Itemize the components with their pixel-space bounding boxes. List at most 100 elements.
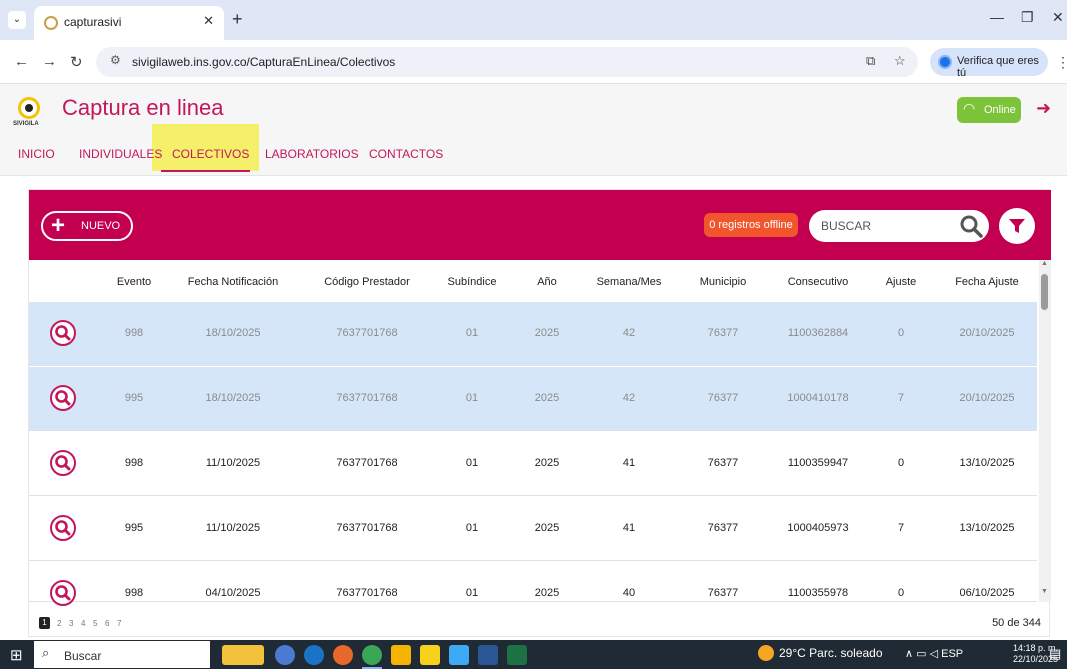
online-status-button[interactable]: ◠ Online	[957, 97, 1021, 123]
table-row[interactable]: 995 11/10/2025 7637701768 01 2025 41 76377 1000…	[29, 497, 1037, 561]
chrome-icon[interactable]	[362, 645, 382, 669]
menu-item-contactos[interactable]: CONTACTOS	[369, 147, 443, 161]
excel-icon[interactable]	[507, 645, 527, 665]
menu-item-laboratorios[interactable]: LABORATORIOS	[265, 147, 359, 161]
col-ajuste[interactable]: Ajuste	[886, 276, 917, 288]
table-row[interactable]: 998 11/10/2025 7637701768 01 2025 41 76377 1100…	[29, 432, 1037, 496]
verify-identity-button[interactable]: Verifica que eres tú	[930, 48, 1048, 79]
col-consecutivo[interactable]: Consecutivo	[788, 276, 849, 288]
panel-toolbar: + NUEVO 0 registros offline BUSCAR	[29, 190, 1051, 260]
volume-icon[interactable]: ◁	[930, 648, 938, 660]
browser-menu-icon[interactable]: ⋮	[1056, 54, 1067, 71]
page-2[interactable]: 2	[57, 619, 61, 628]
table-row[interactable]: 995 18/10/2025 7637701768 01 2025 42 76377 1000…	[29, 367, 1037, 431]
cell-municipio: 76377	[707, 327, 739, 339]
firefox-icon[interactable]	[333, 645, 353, 665]
col-evento[interactable]: Evento	[117, 276, 151, 288]
minimize-icon[interactable]: —	[990, 9, 1004, 25]
view-record-icon[interactable]	[49, 319, 77, 347]
notifications-icon[interactable]: ▤	[1049, 646, 1061, 662]
col-fecha-notificacion[interactable]: Fecha Notificación	[188, 276, 279, 288]
address-bar[interactable]: ⚙ sivigilaweb.ins.gov.co/CapturaEnLinea/…	[96, 47, 918, 77]
table-scrollbar[interactable]: ▲ ▼	[1039, 260, 1051, 602]
bookmark-star-icon[interactable]: ☆	[894, 53, 906, 69]
new-tab-icon[interactable]: +	[232, 9, 243, 30]
back-icon[interactable]: ←	[14, 53, 29, 70]
col-municipio[interactable]: Municipio	[700, 276, 746, 288]
file-explorer-icon[interactable]	[391, 645, 411, 665]
table-row[interactable]: 998 18/10/2025 7637701768 01 2025 42 76377 1100…	[29, 302, 1037, 366]
page-1[interactable]: 1	[39, 617, 50, 629]
cell-codigo-prestador: 7637701768	[336, 457, 398, 469]
search-icon[interactable]	[959, 214, 983, 238]
install-app-icon[interactable]: ⧉	[866, 53, 875, 69]
network-icon[interactable]: ▭	[916, 648, 926, 660]
search-input[interactable]: BUSCAR	[809, 210, 989, 242]
cell-municipio: 76377	[707, 457, 739, 469]
view-record-icon[interactable]	[49, 579, 77, 607]
new-record-button[interactable]: + NUEVO	[41, 211, 133, 241]
restore-icon[interactable]: ❐	[1021, 9, 1034, 26]
search-icon: ⌕	[42, 645, 50, 660]
word-icon[interactable]	[478, 645, 498, 665]
view-record-icon[interactable]	[49, 449, 77, 477]
cell-fecha-ajuste: 13/10/2025	[959, 457, 1015, 469]
profile-icon	[938, 55, 952, 69]
filter-icon	[1009, 219, 1025, 233]
sivigila-logo-icon	[18, 97, 40, 119]
filter-button[interactable]	[999, 208, 1035, 244]
cell-consecutivo: 1000405973	[787, 522, 849, 534]
scrollbar-thumb[interactable]	[1041, 274, 1048, 310]
tab-search-dropdown-icon[interactable]: ⌄	[8, 11, 26, 29]
view-record-icon[interactable]	[49, 514, 77, 542]
close-window-icon[interactable]: ✕	[1052, 9, 1064, 26]
cell-evento: 998	[124, 587, 144, 599]
menu-item-inicio[interactable]: INICIO	[18, 147, 55, 161]
edge-legacy-icon[interactable]	[304, 645, 324, 665]
close-tab-icon[interactable]: ✕	[203, 13, 214, 29]
url-text[interactable]: sivigilaweb.ins.gov.co/CapturaEnLinea/Co…	[132, 55, 395, 69]
tray-chevron-icon[interactable]: ∧	[905, 648, 913, 660]
cell-semana-mes: 41	[622, 457, 636, 469]
language-indicator[interactable]: ESP	[941, 648, 963, 660]
scroll-down-icon[interactable]: ▼	[1041, 588, 1048, 595]
page-3[interactable]: 3	[69, 619, 73, 628]
media-player-icon[interactable]	[449, 645, 469, 665]
col-anio[interactable]: Año	[537, 276, 557, 288]
table-row[interactable]: 998 04/10/2025 7637701768 01 2025 40 76377 1100…	[29, 562, 1037, 606]
page-7[interactable]: 7	[117, 619, 121, 628]
colectivos-panel: + NUEVO 0 registros offline BUSCAR Event…	[28, 189, 1051, 637]
cell-ajuste: 7	[897, 522, 905, 534]
page-5[interactable]: 5	[93, 619, 97, 628]
view-record-icon[interactable]	[49, 384, 77, 412]
menu-item-individuales[interactable]: INDIVIDUALES	[79, 147, 162, 161]
scroll-up-icon[interactable]: ▲	[1041, 260, 1048, 267]
copilot-highlight-icon[interactable]	[222, 645, 264, 665]
page-4[interactable]: 4	[81, 619, 85, 628]
col-subindice[interactable]: Subíndice	[448, 276, 497, 288]
logo-text: SIVIGILA	[13, 121, 39, 127]
windows-taskbar: ⊞ ⌕ Buscar 29°C Parc. soleado ∧ ▭ ◁ ESP …	[0, 640, 1067, 669]
system-tray[interactable]: ∧ ▭ ◁ ESP	[905, 647, 963, 660]
col-fecha-ajuste[interactable]: Fecha Ajuste	[955, 276, 1019, 288]
copilot-icon[interactable]	[275, 645, 295, 665]
col-semana-mes[interactable]: Semana/Mes	[597, 276, 662, 288]
cell-subindice: 01	[465, 392, 479, 404]
weather-icon	[758, 645, 774, 661]
reload-icon[interactable]: ↻	[70, 53, 83, 71]
cell-anio: 2025	[534, 392, 560, 404]
site-info-icon[interactable]: ⚙	[110, 53, 121, 67]
logout-icon[interactable]: ➜	[1036, 98, 1051, 119]
page-6[interactable]: 6	[105, 619, 109, 628]
sticky-notes-icon[interactable]	[420, 645, 440, 665]
menu-item-colectivos[interactable]: COLECTIVOS	[172, 147, 249, 161]
windows-start-icon[interactable]: ⊞	[10, 646, 23, 664]
taskbar-search[interactable]: ⌕ Buscar	[34, 641, 210, 668]
weather-text[interactable]: 29°C Parc. soleado	[779, 646, 883, 660]
col-codigo-prestador[interactable]: Código Prestador	[324, 276, 410, 288]
browser-tab[interactable]: capturasivi ✕	[34, 6, 224, 40]
tab-title: capturasivi	[64, 15, 122, 29]
offline-records-badge[interactable]: 0 registros offline	[704, 213, 798, 237]
forward-icon[interactable]: →	[42, 53, 57, 70]
cell-municipio: 76377	[707, 522, 739, 534]
